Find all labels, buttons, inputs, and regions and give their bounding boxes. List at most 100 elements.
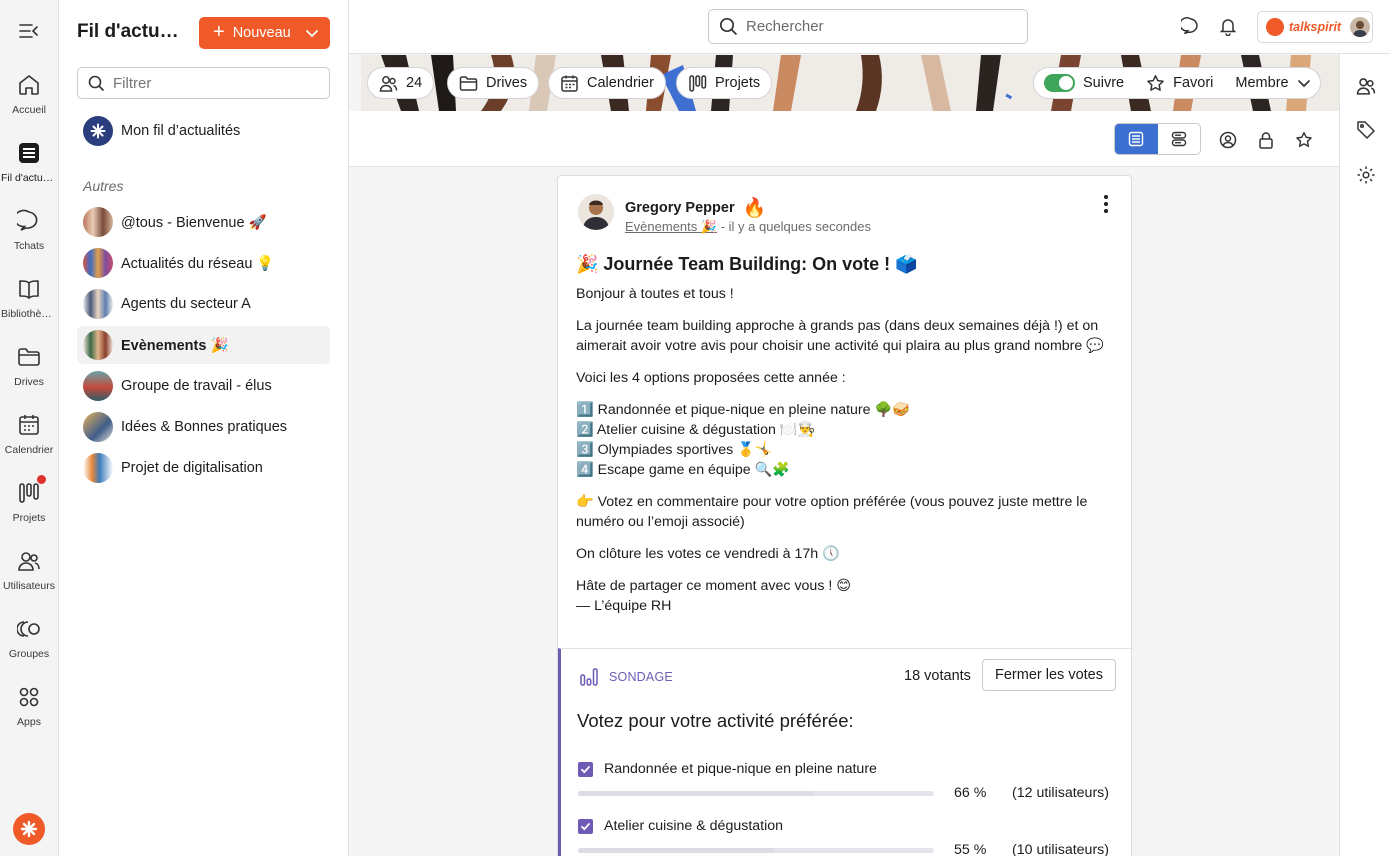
more-options-icon[interactable]	[1103, 194, 1109, 214]
feed-avatar	[83, 371, 113, 401]
option-checkbox[interactable]	[578, 819, 593, 834]
bell-icon[interactable]	[1218, 16, 1240, 38]
list-item[interactable]: Projet de digitalisation	[77, 449, 330, 487]
list-item[interactable]: Groupe de travail - élus	[77, 367, 330, 405]
projects-icon	[688, 74, 707, 93]
group-actions: Suivre Favori Membre	[1033, 67, 1321, 99]
filter-field[interactable]	[77, 67, 330, 99]
post-paragraph: 👉 Votez en commentaire pour votre option…	[576, 494, 1088, 530]
account-menu[interactable]: talkspirit	[1257, 11, 1373, 43]
new-button[interactable]: + Nouveau	[199, 17, 330, 49]
post-body: Bonjour à toutes et tous ! La journée te…	[576, 284, 1116, 628]
feed-name: Agents du secteur A	[121, 296, 251, 312]
rail-label: Groupes	[8, 648, 50, 660]
follow-toggle[interactable]: Suivre	[1034, 68, 1135, 98]
follow-label: Suivre	[1083, 75, 1125, 91]
rail-item-feed[interactable]: Fil d'actualités	[0, 139, 58, 201]
poll-option[interactable]: Randonnée et pique-nique en pleine natur…	[578, 759, 1118, 809]
calendar-chip[interactable]: Calendrier	[548, 67, 666, 99]
poll-option[interactable]: Atelier cuisine & dégustation 55 % (10 u…	[578, 816, 1118, 856]
calendar-label: Calendrier	[587, 75, 654, 91]
chevron-down-icon	[1297, 76, 1311, 90]
user-circle-icon[interactable]	[1219, 131, 1237, 149]
option-line: 1️⃣ Randonnée et pique-nique en pleine n…	[576, 402, 910, 418]
rail-label: Calendrier	[4, 444, 54, 456]
my-feed-item[interactable]: Mon fil d’actualités	[77, 112, 330, 150]
follow-switch[interactable]	[1044, 74, 1075, 92]
star-icon[interactable]	[1295, 131, 1313, 149]
list-item[interactable]: Evènements 🎉	[77, 326, 330, 364]
option-percent: 66 %	[954, 785, 987, 801]
compact-view-icon	[1171, 131, 1187, 147]
rail-item-projects[interactable]: Projets	[0, 475, 58, 541]
folder-icon	[17, 345, 41, 369]
poll-header: SONDAGE	[579, 667, 673, 687]
home-icon	[17, 73, 41, 97]
feed-avatar	[83, 412, 113, 442]
projects-chip[interactable]: Projets	[676, 67, 773, 99]
favorite-button[interactable]: Favori	[1135, 68, 1224, 98]
tag-icon[interactable]	[1356, 120, 1376, 140]
rail-item-apps[interactable]: Apps	[0, 683, 58, 745]
list-item[interactable]: @tous - Bienvenue 🚀	[77, 203, 330, 241]
rail-item-library[interactable]: Bibliothèque	[0, 275, 58, 337]
member-dropdown[interactable]: Membre	[1224, 68, 1321, 98]
lock-icon[interactable]	[1257, 131, 1275, 149]
feed-avatar	[83, 207, 113, 237]
compact-view-button[interactable]	[1158, 124, 1201, 154]
post-author[interactable]: Gregory Pepper 🔥	[625, 196, 766, 220]
option-checkbox[interactable]	[578, 762, 593, 777]
fire-badge: 🔥	[742, 198, 767, 219]
rail-item-groups[interactable]: Groupes	[0, 615, 58, 677]
avatar[interactable]	[578, 194, 614, 230]
list-item[interactable]: Agents du secteur A	[77, 285, 330, 323]
rail-item-users[interactable]: Utilisateurs	[0, 547, 58, 609]
option-line: 3️⃣ Olympiades sportives 🥇🤸	[576, 442, 773, 458]
rail-item-drives[interactable]: Drives	[0, 343, 58, 405]
global-search[interactable]	[708, 9, 1028, 44]
plus-icon: +	[213, 21, 225, 43]
rail-label: Fil d'actualités	[1, 172, 57, 184]
members-chip[interactable]: 24	[367, 67, 435, 99]
feed-icon	[17, 141, 41, 165]
members-icon[interactable]	[1356, 76, 1376, 96]
rail-label: Apps	[17, 716, 41, 728]
post-title: 🎉 Journée Team Building: On vote ! 🗳️	[576, 254, 918, 274]
drives-chip[interactable]: Drives	[447, 67, 540, 99]
filter-input[interactable]	[113, 74, 313, 92]
my-feed-avatar	[83, 116, 113, 146]
feed-name: Groupe de travail - élus	[121, 378, 272, 394]
search-icon	[88, 75, 105, 92]
option-text: Randonnée et pique-nique en pleine natur…	[604, 761, 877, 777]
poll-icon	[579, 667, 599, 687]
voters-count: 18 votants	[904, 668, 971, 684]
messages-icon[interactable]	[1181, 16, 1203, 38]
list-item[interactable]: Idées & Bonnes pratiques	[77, 408, 330, 446]
search-input[interactable]	[746, 18, 1006, 35]
chevron-down-icon	[305, 26, 319, 40]
close-votes-button[interactable]: Fermer les votes	[982, 659, 1116, 691]
brand-name: talkspirit	[1289, 20, 1342, 34]
section-label-others: Autres	[83, 178, 124, 194]
gear-icon[interactable]	[1356, 165, 1376, 185]
card-view-button[interactable]	[1115, 124, 1158, 154]
my-feed-label: Mon fil d’actualités	[121, 123, 241, 139]
feed-link[interactable]: Evènements 🎉	[625, 219, 717, 234]
poll-label: SONDAGE	[609, 670, 673, 684]
talkspirit-logo-icon[interactable]	[13, 813, 45, 845]
chat-icon	[17, 209, 41, 233]
apps-icon	[17, 685, 41, 709]
post-card: Gregory Pepper 🔥 Evènements 🎉 - il y a q…	[557, 175, 1133, 856]
avatar	[1350, 17, 1371, 37]
feed-avatar	[83, 248, 113, 278]
new-button-label: Nouveau	[232, 25, 291, 41]
list-item[interactable]: Actualités du réseau 💡	[77, 244, 330, 282]
option-users: (10 utilisateurs)	[1012, 842, 1109, 856]
rail-item-calendar[interactable]: Calendrier	[0, 411, 58, 473]
collapse-menu-icon[interactable]	[18, 20, 40, 42]
feed-name: @tous - Bienvenue 🚀	[121, 214, 267, 231]
top-bar: talkspirit	[349, 0, 1390, 54]
rail-item-home[interactable]: Accueil	[0, 71, 58, 133]
folder-icon	[459, 74, 478, 93]
rail-item-chats[interactable]: Tchats	[0, 207, 58, 269]
